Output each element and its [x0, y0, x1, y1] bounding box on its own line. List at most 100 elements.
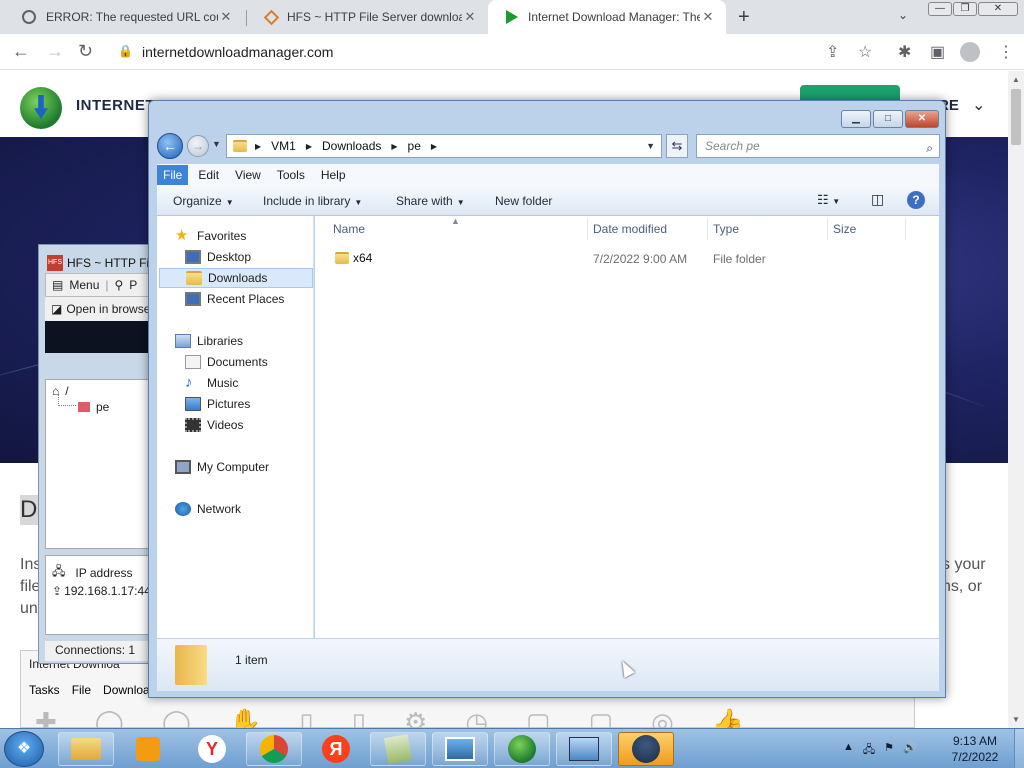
breadcrumb-arrow-icon[interactable]: ▶ — [306, 142, 312, 151]
hfs-open-in-browser[interactable]: ◪ Open in browse — [45, 297, 151, 321]
ip-column-header[interactable]: 🖧 IP address — [52, 562, 133, 583]
taskbar-notepad-button[interactable] — [370, 732, 426, 766]
address-bar[interactable]: ▶ VM1 ▶ Downloads ▶ pe ▶ ▼ — [226, 134, 662, 158]
column-name[interactable]: Name — [333, 222, 365, 236]
idm-menu-item[interactable]: Downloa — [103, 683, 150, 697]
hfs-port-button[interactable]: P — [129, 278, 137, 292]
close-window-button[interactable]: ✕ — [978, 2, 1018, 16]
idm-menu-item[interactable]: Tasks — [29, 683, 60, 697]
file-row[interactable]: x64 7/2/2022 9:00 AM File folder — [315, 246, 939, 270]
include-in-library-button[interactable]: Include in library ▼ — [263, 194, 362, 208]
taskbar-media-player-button[interactable] — [120, 732, 176, 766]
file-name[interactable]: x64 — [335, 251, 372, 265]
nav-my-computer[interactable]: My Computer — [175, 457, 269, 477]
scroll-up-icon[interactable]: ▲ — [1012, 75, 1020, 84]
breadcrumb-item[interactable]: pe — [408, 139, 421, 153]
organize-button[interactable]: Organize ▼ — [173, 194, 234, 208]
new-folder-button[interactable]: New folder — [495, 194, 552, 208]
taskbar-idm-button[interactable] — [494, 732, 550, 766]
restore-button[interactable]: ❐ — [953, 2, 977, 16]
explorer-window[interactable]: ▁ □ ✕ ← → ▼ ▶ VM1 ▶ Downloads ▶ pe ▶ ▼ ⇆… — [148, 100, 946, 698]
column-type[interactable]: Type — [713, 222, 739, 236]
nav-videos[interactable]: Videos — [185, 415, 243, 435]
address-dropdown-icon[interactable]: ▼ — [646, 141, 655, 151]
minimize-button[interactable]: — — [928, 2, 952, 16]
hfs-title-bar[interactable]: HFS HFS ~ HTTP Fil — [47, 255, 152, 271]
idm-menu-item[interactable]: File — [72, 683, 91, 697]
menu-tools[interactable]: Tools — [271, 165, 311, 185]
action-center-flag-icon[interactable]: ⚑ — [884, 741, 894, 760]
scrollbar-thumb[interactable] — [1011, 89, 1021, 145]
nav-libraries[interactable]: Libraries — [175, 331, 243, 351]
address-bar[interactable]: internetdownloadmanager.com — [142, 44, 333, 60]
close-button[interactable]: ✕ — [905, 110, 939, 128]
extensions-icon[interactable]: ✱ — [898, 42, 911, 62]
tree-item-pe[interactable]: pe — [78, 400, 109, 414]
breadcrumb-arrow-icon[interactable]: ▶ — [391, 142, 397, 151]
volume-icon[interactable]: 🔊 — [903, 741, 917, 760]
search-input[interactable]: Search pe ⌕ — [696, 134, 940, 158]
menu-kebab-icon[interactable]: ⋮ — [998, 42, 1014, 62]
connection-row[interactable]: ⇪ 192.168.1.17:44 — [52, 584, 151, 598]
menu-help[interactable]: Help — [315, 165, 352, 185]
bookmark-star-icon[interactable]: ☆ — [858, 42, 872, 62]
minimize-button[interactable]: ▁ — [841, 110, 871, 128]
breadcrumb-arrow-icon[interactable]: ▶ — [255, 142, 261, 151]
scroll-down-icon[interactable]: ▼ — [1012, 715, 1020, 724]
nav-pictures[interactable]: Pictures — [185, 394, 250, 414]
page-scrollbar[interactable]: ▲ ▼ — [1008, 71, 1024, 728]
breadcrumb-item[interactable]: Downloads — [322, 139, 381, 153]
search-icon[interactable]: ⌕ — [926, 137, 933, 159]
nav-favorites[interactable]: ★ Favorites — [175, 226, 246, 246]
breadcrumb-item[interactable]: VM1 — [271, 139, 296, 153]
share-with-button[interactable]: Share with ▼ — [396, 194, 465, 208]
taskbar-explorer-button[interactable] — [58, 732, 114, 766]
view-options-icon[interactable]: ☷ ▼ — [817, 192, 840, 208]
nav-network[interactable]: Network — [175, 499, 241, 519]
lock-icon[interactable]: 🔒 — [118, 44, 133, 58]
forward-arrow-icon[interactable]: → — [46, 41, 64, 62]
idm-logo-icon[interactable] — [20, 87, 62, 129]
breadcrumb-arrow-icon[interactable]: ▶ — [431, 142, 437, 151]
show-hidden-icons-icon[interactable]: ▲ — [843, 741, 854, 760]
taskbar-picture-viewer-button[interactable] — [432, 732, 488, 766]
network-icon[interactable]: 🖧 — [863, 741, 875, 760]
tab-search-chevron-icon[interactable]: ⌄ — [898, 8, 908, 22]
chevron-down-icon[interactable]: ⌄ — [972, 95, 985, 115]
profile-avatar-icon[interactable] — [960, 42, 980, 62]
share-icon[interactable]: ⇪ — [826, 42, 839, 62]
close-tab-icon[interactable]: ✕ — [218, 9, 234, 25]
maximize-button[interactable]: □ — [873, 110, 903, 128]
nav-music[interactable]: ♪ Music — [185, 373, 238, 393]
taskbar-remote-desktop-button[interactable] — [556, 732, 612, 766]
nav-desktop[interactable]: Desktop — [185, 247, 251, 267]
preview-pane-icon[interactable]: ◫ — [871, 191, 884, 208]
hfs-window[interactable]: HFS HFS ~ HTTP Fil ▤ Menu | ⚲ P ◪ Open i… — [38, 244, 152, 664]
taskbar-yandex-browser-button[interactable]: Y — [184, 732, 240, 766]
taskbar-yandex-button[interactable]: Я — [308, 732, 364, 766]
new-tab-button[interactable]: + — [738, 6, 750, 29]
forward-arrow-icon[interactable]: → — [187, 135, 209, 157]
menu-edit[interactable]: Edit — [192, 165, 225, 185]
close-tab-icon[interactable]: ✕ — [700, 9, 716, 25]
taskbar-hfs-button[interactable] — [618, 732, 674, 766]
back-arrow-icon[interactable]: ← — [12, 41, 30, 62]
column-date-modified[interactable]: Date modified — [593, 222, 667, 236]
site-name[interactable]: INTERNET — [76, 97, 155, 114]
menu-file[interactable]: File — [157, 165, 189, 185]
side-panel-icon[interactable]: ▣ — [930, 42, 945, 62]
nav-downloads[interactable]: Downloads — [159, 268, 313, 288]
show-desktop-button[interactable] — [1014, 729, 1024, 768]
start-button[interactable]: ❖ — [4, 731, 44, 767]
back-arrow-icon[interactable]: ← — [157, 133, 183, 159]
recent-pages-dropdown-icon[interactable]: ▼ — [212, 139, 221, 149]
help-icon[interactable]: ? — [907, 191, 925, 209]
nav-recent-places[interactable]: Recent Places — [185, 289, 284, 309]
refresh-icon[interactable]: ⇆ — [666, 134, 688, 158]
column-size[interactable]: Size — [833, 222, 856, 236]
clock[interactable]: 9:13 AM 7/2/2022 — [944, 733, 1006, 765]
close-tab-icon[interactable]: ✕ — [462, 9, 478, 25]
taskbar-chrome-button[interactable] — [246, 732, 302, 766]
hfs-menu-button[interactable]: Menu — [69, 278, 99, 292]
browser-tab[interactable]: HFS ~ HTTP File Server downloa ✕ — [248, 0, 488, 34]
